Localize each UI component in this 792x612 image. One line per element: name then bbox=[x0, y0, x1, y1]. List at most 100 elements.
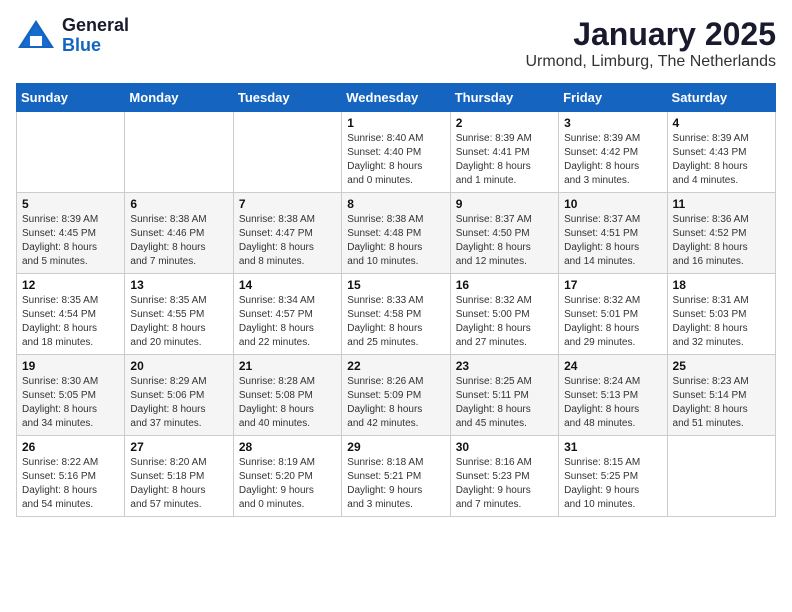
calendar-cell: 3 Sunrise: 8:39 AM Sunset: 4:42 PM Daylig… bbox=[559, 112, 667, 193]
day-number: 28 bbox=[239, 440, 336, 454]
calendar-cell: 29Sunrise: 8:18 AM Sunset: 5:21 PM Dayli… bbox=[342, 436, 450, 517]
day-number: 8 bbox=[347, 197, 444, 211]
calendar-body: 1Sunrise: 8:40 AM Sunset: 4:40 PM Daylig… bbox=[17, 112, 776, 517]
day-info: Sunrise: 8:35 AM Sunset: 4:54 PM Dayligh… bbox=[22, 294, 119, 350]
calendar-cell: 19Sunrise: 8:30 AM Sunset: 5:05 PM Dayli… bbox=[17, 355, 125, 436]
day-number: 15 bbox=[347, 278, 444, 292]
day-number: 10 bbox=[564, 197, 661, 211]
calendar-cell: 30Sunrise: 8:16 AM Sunset: 5:23 PM Dayli… bbox=[450, 436, 558, 517]
calendar-cell: 15Sunrise: 8:33 AM Sunset: 4:58 PM Dayli… bbox=[342, 274, 450, 355]
day-info: Sunrise: 8:36 AM Sunset: 4:52 PM Dayligh… bbox=[673, 213, 770, 269]
day-number: 9 bbox=[456, 197, 553, 211]
day-info: Sunrise: 8:35 AM Sunset: 4:55 PM Dayligh… bbox=[130, 294, 227, 350]
day-info: Sunrise: 8:31 AM Sunset: 5:03 PM Dayligh… bbox=[673, 294, 770, 350]
calendar-cell: 14Sunrise: 8:34 AM Sunset: 4:57 PM Dayli… bbox=[233, 274, 341, 355]
day-number: 17 bbox=[564, 278, 661, 292]
calendar-cell bbox=[125, 112, 233, 193]
calendar-cell: 4 Sunrise: 8:39 AM Sunset: 4:43 PM Daylig… bbox=[667, 112, 775, 193]
calendar-cell: 25Sunrise: 8:23 AM Sunset: 5:14 PM Dayli… bbox=[667, 355, 775, 436]
day-info: Sunrise: 8:32 AM Sunset: 5:01 PM Dayligh… bbox=[564, 294, 661, 350]
calendar-cell: 9 Sunrise: 8:37 AM Sunset: 4:50 PM Daylig… bbox=[450, 193, 558, 274]
weekday-header-cell: Sunday bbox=[17, 84, 125, 112]
day-number: 18 bbox=[673, 278, 770, 292]
day-number: 12 bbox=[22, 278, 119, 292]
calendar-cell: 11Sunrise: 8:36 AM Sunset: 4:52 PM Dayli… bbox=[667, 193, 775, 274]
day-info: Sunrise: 8:37 AM Sunset: 4:51 PM Dayligh… bbox=[564, 213, 661, 269]
day-info: Sunrise: 8:28 AM Sunset: 5:08 PM Dayligh… bbox=[239, 375, 336, 431]
calendar-cell: 13 Sunrise: 8:35 AM Sunset: 4:55 PM Dayli… bbox=[125, 274, 233, 355]
day-info: Sunrise: 8:26 AM Sunset: 5:09 PM Dayligh… bbox=[347, 375, 444, 431]
calendar-cell: 8Sunrise: 8:38 AM Sunset: 4:48 PM Daylig… bbox=[342, 193, 450, 274]
calendar-cell: 17 Sunrise: 8:32 AM Sunset: 5:01 PM Dayli… bbox=[559, 274, 667, 355]
calendar-week-row: 12 Sunrise: 8:35 AM Sunset: 4:54 PM Dayli… bbox=[17, 274, 776, 355]
day-info: Sunrise: 8:37 AM Sunset: 4:50 PM Dayligh… bbox=[456, 213, 553, 269]
calendar-week-row: 1Sunrise: 8:40 AM Sunset: 4:40 PM Daylig… bbox=[17, 112, 776, 193]
day-number: 7 bbox=[239, 197, 336, 211]
day-number: 16 bbox=[456, 278, 553, 292]
calendar-cell: 22 Sunrise: 8:26 AM Sunset: 5:09 PM Dayli… bbox=[342, 355, 450, 436]
day-number: 2 bbox=[456, 116, 553, 130]
day-info: Sunrise: 8:40 AM Sunset: 4:40 PM Dayligh… bbox=[347, 132, 444, 188]
logo-icon bbox=[16, 18, 56, 53]
day-number: 13 bbox=[130, 278, 227, 292]
calendar-cell bbox=[667, 436, 775, 517]
calendar-cell bbox=[233, 112, 341, 193]
day-info: Sunrise: 8:39 AM Sunset: 4:43 PM Dayligh… bbox=[673, 132, 770, 188]
day-info: Sunrise: 8:19 AM Sunset: 5:20 PM Dayligh… bbox=[239, 456, 336, 512]
day-number: 24 bbox=[564, 359, 661, 373]
day-info: Sunrise: 8:32 AM Sunset: 5:00 PM Dayligh… bbox=[456, 294, 553, 350]
day-info: Sunrise: 8:22 AM Sunset: 5:16 PM Dayligh… bbox=[22, 456, 119, 512]
day-number: 21 bbox=[239, 359, 336, 373]
weekday-header-cell: Thursday bbox=[450, 84, 558, 112]
weekday-header-cell: Saturday bbox=[667, 84, 775, 112]
day-info: Sunrise: 8:23 AM Sunset: 5:14 PM Dayligh… bbox=[673, 375, 770, 431]
calendar-cell: 24Sunrise: 8:24 AM Sunset: 5:13 PM Dayli… bbox=[559, 355, 667, 436]
weekday-header-cell: Monday bbox=[125, 84, 233, 112]
calendar-week-row: 5Sunrise: 8:39 AM Sunset: 4:45 PM Daylig… bbox=[17, 193, 776, 274]
day-number: 30 bbox=[456, 440, 553, 454]
day-number: 20 bbox=[130, 359, 227, 373]
calendar-cell: 16 Sunrise: 8:32 AM Sunset: 5:00 PM Dayli… bbox=[450, 274, 558, 355]
day-info: Sunrise: 8:38 AM Sunset: 4:46 PM Dayligh… bbox=[130, 213, 227, 269]
location-title: Urmond, Limburg, The Netherlands bbox=[526, 53, 777, 71]
day-info: Sunrise: 8:20 AM Sunset: 5:18 PM Dayligh… bbox=[130, 456, 227, 512]
calendar-cell: 2 Sunrise: 8:39 AM Sunset: 4:41 PM Daylig… bbox=[450, 112, 558, 193]
calendar-week-row: 19Sunrise: 8:30 AM Sunset: 5:05 PM Dayli… bbox=[17, 355, 776, 436]
day-number: 23 bbox=[456, 359, 553, 373]
day-info: Sunrise: 8:15 AM Sunset: 5:25 PM Dayligh… bbox=[564, 456, 661, 512]
month-title: January 2025 bbox=[526, 16, 777, 53]
day-number: 27 bbox=[130, 440, 227, 454]
calendar-cell: 23 Sunrise: 8:25 AM Sunset: 5:11 PM Dayli… bbox=[450, 355, 558, 436]
day-info: Sunrise: 8:25 AM Sunset: 5:11 PM Dayligh… bbox=[456, 375, 553, 431]
calendar-cell: 27 Sunrise: 8:20 AM Sunset: 5:18 PM Dayli… bbox=[125, 436, 233, 517]
calendar-cell: 7 Sunrise: 8:38 AM Sunset: 4:47 PM Daylig… bbox=[233, 193, 341, 274]
day-number: 4 bbox=[673, 116, 770, 130]
weekday-header-row: SundayMondayTuesdayWednesdayThursdayFrid… bbox=[17, 84, 776, 112]
day-number: 31 bbox=[564, 440, 661, 454]
day-number: 6 bbox=[130, 197, 227, 211]
calendar-cell: 5Sunrise: 8:39 AM Sunset: 4:45 PM Daylig… bbox=[17, 193, 125, 274]
weekday-header-cell: Tuesday bbox=[233, 84, 341, 112]
day-info: Sunrise: 8:18 AM Sunset: 5:21 PM Dayligh… bbox=[347, 456, 444, 512]
day-info: Sunrise: 8:39 AM Sunset: 4:45 PM Dayligh… bbox=[22, 213, 119, 269]
day-number: 26 bbox=[22, 440, 119, 454]
calendar-cell: 1Sunrise: 8:40 AM Sunset: 4:40 PM Daylig… bbox=[342, 112, 450, 193]
day-info: Sunrise: 8:29 AM Sunset: 5:06 PM Dayligh… bbox=[130, 375, 227, 431]
calendar-table: SundayMondayTuesdayWednesdayThursdayFrid… bbox=[16, 83, 776, 517]
calendar-cell: 12 Sunrise: 8:35 AM Sunset: 4:54 PM Dayli… bbox=[17, 274, 125, 355]
day-info: Sunrise: 8:38 AM Sunset: 4:47 PM Dayligh… bbox=[239, 213, 336, 269]
calendar-cell: 28 Sunrise: 8:19 AM Sunset: 5:20 PM Dayli… bbox=[233, 436, 341, 517]
calendar-cell: 10 Sunrise: 8:37 AM Sunset: 4:51 PM Dayli… bbox=[559, 193, 667, 274]
page-header: General Blue January 2025 Urmond, Limbur… bbox=[16, 16, 776, 71]
day-info: Sunrise: 8:39 AM Sunset: 4:42 PM Dayligh… bbox=[564, 132, 661, 188]
logo: General Blue bbox=[16, 16, 129, 56]
day-number: 22 bbox=[347, 359, 444, 373]
day-info: Sunrise: 8:39 AM Sunset: 4:41 PM Dayligh… bbox=[456, 132, 553, 188]
day-info: Sunrise: 8:34 AM Sunset: 4:57 PM Dayligh… bbox=[239, 294, 336, 350]
day-number: 3 bbox=[564, 116, 661, 130]
weekday-header-cell: Friday bbox=[559, 84, 667, 112]
day-number: 19 bbox=[22, 359, 119, 373]
title-block: January 2025 Urmond, Limburg, The Nether… bbox=[526, 16, 777, 71]
calendar-cell: 20 Sunrise: 8:29 AM Sunset: 5:06 PM Dayli… bbox=[125, 355, 233, 436]
calendar-cell: 21 Sunrise: 8:28 AM Sunset: 5:08 PM Dayli… bbox=[233, 355, 341, 436]
